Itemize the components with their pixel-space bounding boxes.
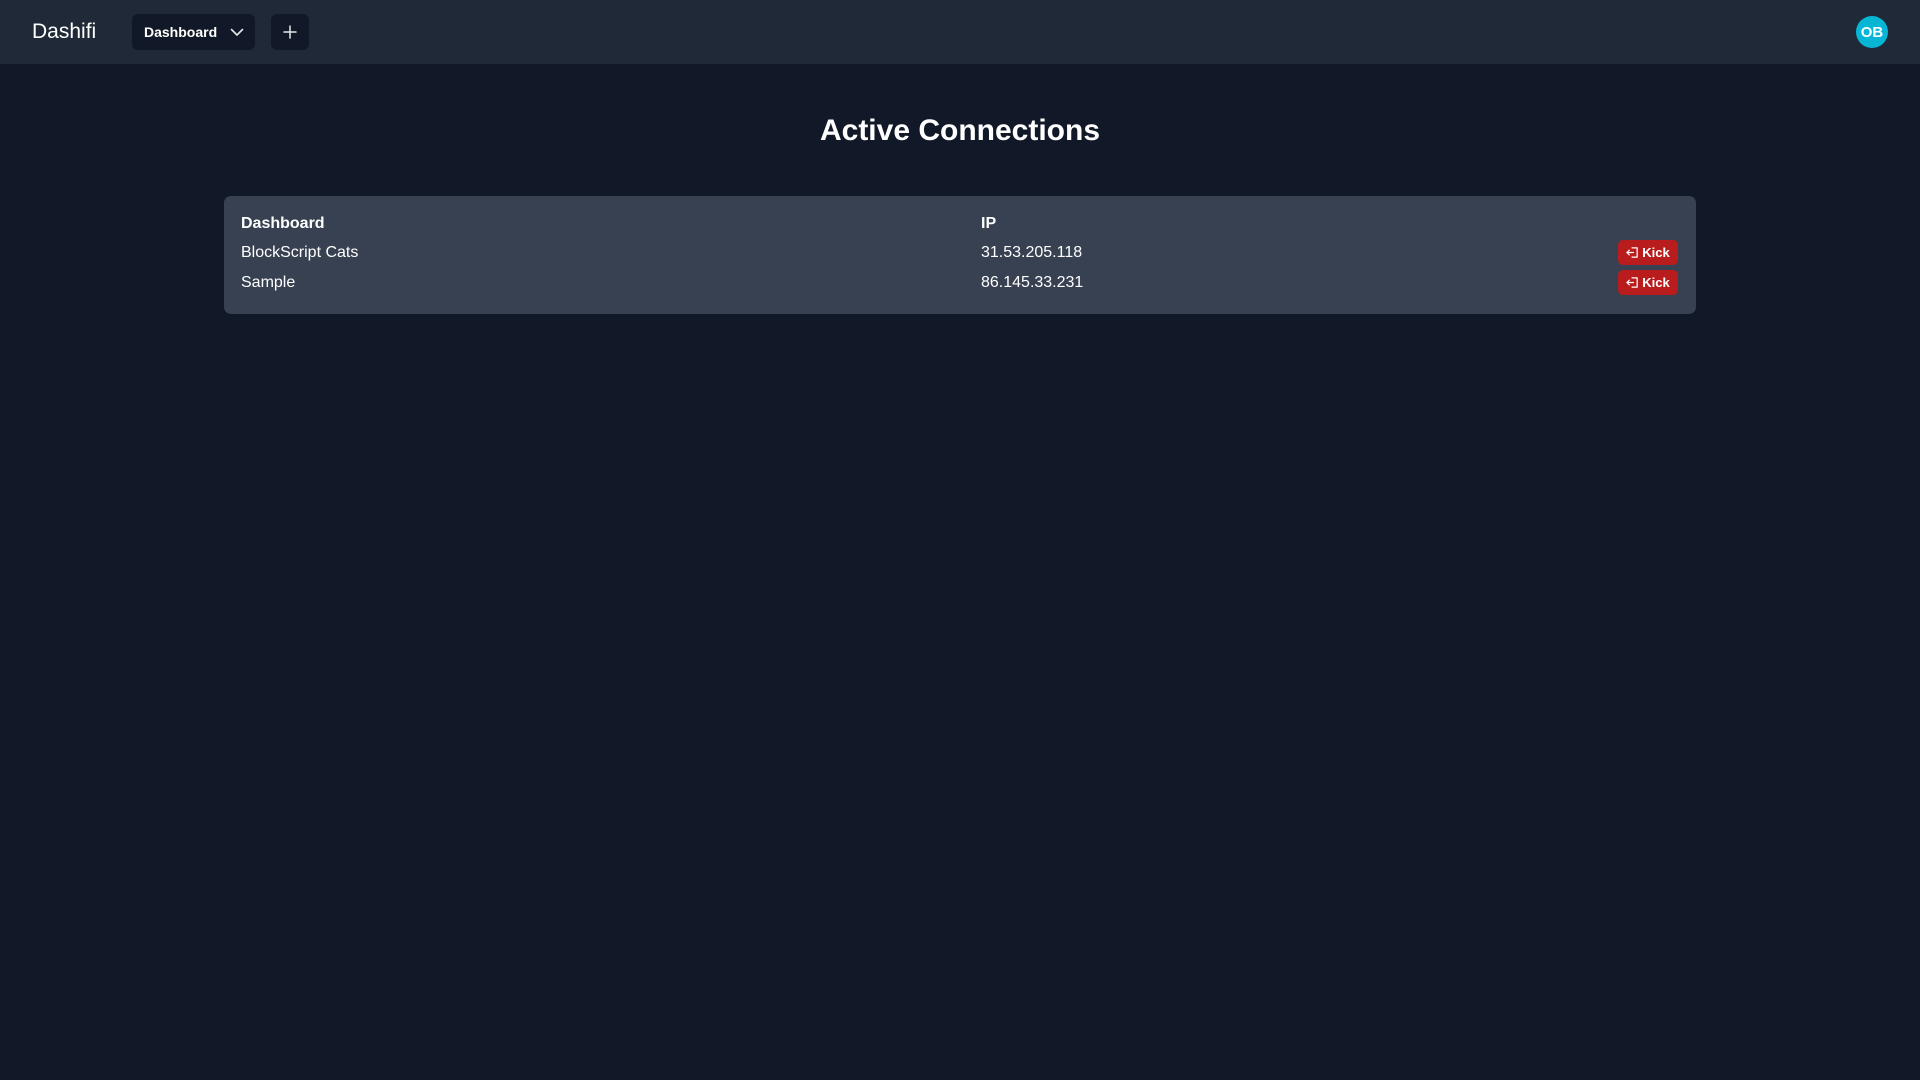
chevron-down-icon <box>230 28 244 36</box>
dashboard-select-label: Dashboard <box>144 24 218 40</box>
user-avatar[interactable]: OB <box>1856 16 1888 48</box>
page-title: Active Connections <box>819 114 1101 147</box>
row-dashboard-name: Sample <box>241 274 296 291</box>
app-brand[interactable]: Dashifi <box>32 19 96 45</box>
dashboard-select[interactable]: Dashboard <box>132 14 255 50</box>
kick-button[interactable]: Kick <box>1618 270 1678 295</box>
kick-button-label: Kick <box>1642 275 1670 290</box>
plus-icon <box>283 25 297 39</box>
row-ip-address: 86.145.33.231 <box>981 274 1084 291</box>
column-header-dashboard: Dashboard <box>241 215 325 232</box>
kick-button[interactable]: Kick <box>1618 240 1678 265</box>
add-dashboard-button[interactable] <box>271 14 309 50</box>
connections-table: Dashboard IP BlockScript Cats 31.53.205.… <box>224 196 1696 314</box>
logout-icon <box>1626 277 1639 288</box>
logout-icon <box>1626 247 1639 258</box>
column-header-ip: IP <box>981 215 997 232</box>
top-navbar: Dashifi Dashboard OB <box>0 0 1920 64</box>
row-ip-address: 31.53.205.118 <box>981 244 1083 261</box>
kick-button-label: Kick <box>1642 245 1670 260</box>
row-dashboard-name: BlockScript Cats <box>241 244 359 261</box>
